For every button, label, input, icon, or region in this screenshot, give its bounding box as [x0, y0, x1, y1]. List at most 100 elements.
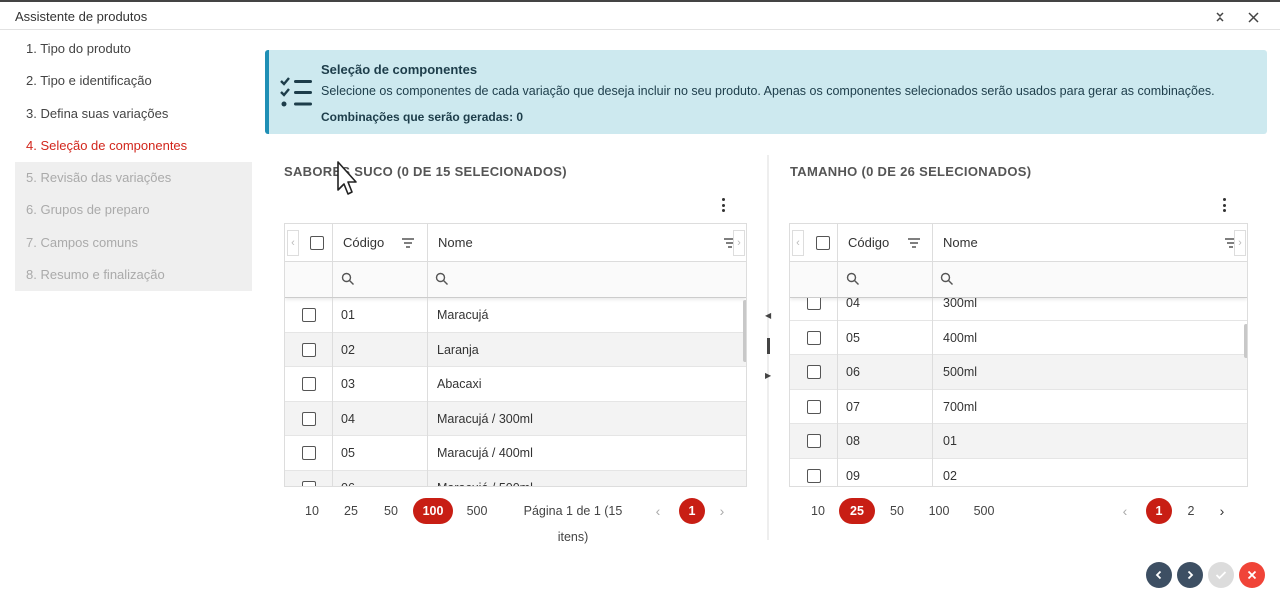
page-size-10[interactable]: 10 — [302, 498, 322, 524]
step-8: 8. Resumo e finalização — [15, 259, 252, 292]
cell-code: 06 — [341, 471, 355, 486]
close-icon[interactable] — [1242, 6, 1264, 28]
row-checkbox[interactable] — [807, 330, 821, 345]
vertical-scrollbar[interactable] — [743, 300, 746, 362]
row-checkbox[interactable] — [302, 481, 316, 486]
table-row[interactable]: 01 Maracujá — [285, 298, 746, 333]
cancel-button[interactable] — [1239, 562, 1265, 588]
collapse-right-icon[interactable]: ▶ — [765, 371, 771, 380]
page-size-100[interactable]: 100 — [927, 498, 951, 524]
row-checkbox[interactable] — [302, 446, 316, 461]
table-row[interactable]: 09 02 — [790, 459, 1247, 486]
row-checkbox[interactable] — [807, 434, 821, 449]
step-7: 7. Campos comuns — [15, 226, 252, 260]
table-row[interactable]: 04 Maracujá / 300ml — [285, 401, 746, 437]
cell-code: 04 — [341, 411, 355, 426]
select-all-checkbox[interactable] — [816, 236, 830, 250]
vertical-scrollbar[interactable] — [1244, 324, 1247, 358]
confirm-button[interactable] — [1208, 562, 1234, 588]
cell-name: Maracujá / 300ml — [437, 411, 533, 426]
column-name[interactable]: Nome — [438, 224, 473, 262]
cell-code: 06 — [846, 365, 860, 380]
cell-code: 05 — [846, 330, 860, 345]
collapse-icon[interactable] — [1209, 6, 1231, 28]
grid-filter-row — [285, 262, 746, 298]
cell-code: 09 — [846, 469, 860, 483]
page-size-100[interactable]: 100 — [413, 498, 453, 524]
previous-step-button[interactable] — [1146, 562, 1172, 588]
page-1[interactable]: 1 — [1146, 498, 1172, 524]
prev-page-icon[interactable]: ‹ — [1117, 498, 1133, 524]
row-checkbox[interactable] — [302, 342, 316, 357]
table-row[interactable]: 05 400ml — [790, 321, 1247, 356]
more-vertical-icon[interactable] — [718, 196, 728, 214]
table-row[interactable]: 07 700ml — [790, 390, 1247, 425]
row-checkbox[interactable] — [807, 399, 821, 414]
scroll-right-icon[interactable]: › — [733, 230, 745, 256]
grid-body: 01 Maracujá 02 Laranja 03 Abacaxi 04 Mar… — [285, 298, 746, 486]
filter-icon[interactable] — [908, 236, 924, 250]
right-pager: 10 25 50 100 500 ‹ 1 2 › — [789, 498, 1248, 524]
scroll-left-icon[interactable]: ‹ — [287, 230, 299, 256]
row-checkbox[interactable] — [807, 365, 821, 380]
search-icon[interactable] — [435, 272, 451, 286]
step-3[interactable]: 3. Defina suas variações — [15, 98, 252, 130]
column-name[interactable]: Nome — [943, 224, 978, 262]
step-5: 5. Revisão das variações — [15, 162, 252, 195]
select-all-checkbox[interactable] — [310, 236, 324, 250]
search-icon[interactable] — [341, 272, 357, 286]
step-1[interactable]: 1. Tipo do produto — [15, 33, 252, 65]
page-size-50[interactable]: 50 — [887, 498, 907, 524]
splitter-handle[interactable] — [767, 338, 770, 354]
column-code[interactable]: Código — [343, 224, 384, 262]
table-row[interactable]: 04 300ml — [790, 298, 1247, 321]
step-4[interactable]: 4. Seleção de componentes — [15, 130, 252, 162]
column-code[interactable]: Código — [848, 224, 889, 262]
cell-name: Maracujá — [437, 308, 489, 322]
cell-name: 500ml — [943, 365, 978, 380]
table-row[interactable]: 02 Laranja — [285, 332, 746, 368]
page-size-10[interactable]: 10 — [808, 498, 828, 524]
left-panel-title: SABORES SUCO (0 DE 15 SELECIONADOS) — [284, 164, 567, 179]
table-row[interactable]: 05 Maracujá / 400ml — [285, 436, 746, 471]
table-row[interactable]: 03 Abacaxi — [285, 367, 746, 402]
more-vertical-icon[interactable] — [1219, 196, 1229, 214]
next-step-button[interactable] — [1177, 562, 1203, 588]
page-size-25[interactable]: 25 — [839, 498, 875, 524]
page-1[interactable]: 1 — [679, 498, 705, 524]
row-checkbox[interactable] — [302, 411, 316, 426]
cell-code: 08 — [846, 434, 860, 449]
wizard-steps: 1. Tipo do produto 2. Tipo e identificaç… — [15, 33, 252, 292]
page-2[interactable]: 2 — [1183, 498, 1199, 524]
filter-icon[interactable] — [402, 236, 418, 250]
left-grid: ‹ Código Nome › 01 Maracujá 02 Laranja 0… — [284, 223, 747, 487]
cell-name: 300ml — [943, 298, 978, 310]
next-page-icon[interactable]: › — [1214, 498, 1230, 524]
row-checkbox[interactable] — [302, 377, 316, 392]
row-checkbox[interactable] — [302, 308, 316, 322]
page-size-25[interactable]: 25 — [341, 498, 361, 524]
row-checkbox[interactable] — [807, 469, 821, 483]
row-checkbox[interactable] — [807, 298, 821, 310]
step-2[interactable]: 2. Tipo e identificação — [15, 65, 252, 97]
prev-page-icon[interactable]: ‹ — [650, 498, 666, 524]
info-banner: Seleção de componentes Selecione os comp… — [265, 50, 1267, 134]
cell-name: 400ml — [943, 330, 978, 345]
page-size-50[interactable]: 50 — [381, 498, 401, 524]
cell-code: 05 — [341, 446, 355, 461]
search-icon[interactable] — [846, 272, 862, 286]
cell-name: Abacaxi — [437, 377, 482, 392]
scroll-right-icon[interactable]: › — [1234, 230, 1246, 256]
page-info: Página 1 de 1 (15 itens) — [523, 504, 623, 544]
next-page-icon[interactable]: › — [714, 498, 730, 524]
cell-code: 02 — [341, 342, 355, 357]
table-row[interactable]: 06 500ml — [790, 355, 1247, 390]
page-size-500[interactable]: 500 — [465, 498, 489, 524]
scroll-left-icon[interactable]: ‹ — [792, 230, 804, 256]
collapse-left-icon[interactable]: ◀ — [765, 311, 771, 320]
page-size-500[interactable]: 500 — [972, 498, 996, 524]
search-icon[interactable] — [940, 272, 956, 286]
grid-filter-row — [790, 262, 1247, 298]
table-row[interactable]: 08 01 — [790, 424, 1247, 459]
table-row[interactable]: 06 Maracujá / 500ml — [285, 471, 746, 486]
